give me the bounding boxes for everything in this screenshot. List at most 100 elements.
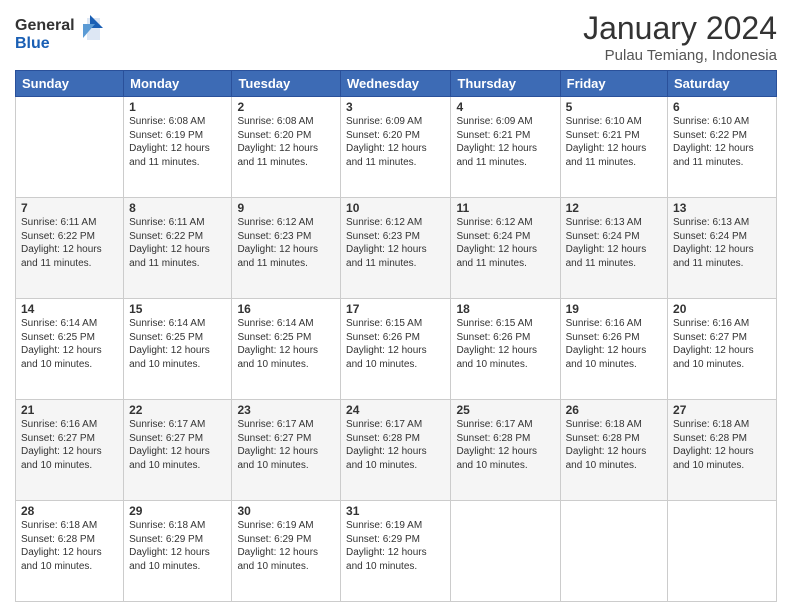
- logo: General Blue: [15, 10, 105, 59]
- calendar-week-row: 7Sunrise: 6:11 AM Sunset: 6:22 PM Daylig…: [16, 198, 777, 299]
- day-number: 20: [673, 302, 771, 316]
- day-info: Sunrise: 6:10 AM Sunset: 6:22 PM Dayligh…: [673, 115, 771, 169]
- calendar-cell: 19Sunrise: 6:16 AM Sunset: 6:26 PM Dayli…: [560, 299, 667, 400]
- day-info: Sunrise: 6:13 AM Sunset: 6:24 PM Dayligh…: [566, 216, 662, 270]
- calendar-cell: 24Sunrise: 6:17 AM Sunset: 6:28 PM Dayli…: [341, 400, 451, 501]
- day-number: 3: [346, 100, 445, 114]
- day-info: Sunrise: 6:09 AM Sunset: 6:21 PM Dayligh…: [456, 115, 554, 169]
- logo-area: General Blue: [15, 10, 105, 59]
- title-area: January 2024 Pulau Temiang, Indonesia: [583, 10, 777, 64]
- day-number: 31: [346, 504, 445, 518]
- day-number: 4: [456, 100, 554, 114]
- calendar-week-row: 21Sunrise: 6:16 AM Sunset: 6:27 PM Dayli…: [16, 400, 777, 501]
- calendar-cell: 3Sunrise: 6:09 AM Sunset: 6:20 PM Daylig…: [341, 97, 451, 198]
- calendar-cell: 25Sunrise: 6:17 AM Sunset: 6:28 PM Dayli…: [451, 400, 560, 501]
- day-info: Sunrise: 6:18 AM Sunset: 6:28 PM Dayligh…: [21, 519, 118, 573]
- calendar-cell: 31Sunrise: 6:19 AM Sunset: 6:29 PM Dayli…: [341, 501, 451, 602]
- day-info: Sunrise: 6:11 AM Sunset: 6:22 PM Dayligh…: [21, 216, 118, 270]
- day-number: 30: [237, 504, 335, 518]
- calendar-cell: 10Sunrise: 6:12 AM Sunset: 6:23 PM Dayli…: [341, 198, 451, 299]
- calendar-cell: 18Sunrise: 6:15 AM Sunset: 6:26 PM Dayli…: [451, 299, 560, 400]
- day-number: 22: [129, 403, 226, 417]
- day-number: 7: [21, 201, 118, 215]
- header-row: Sunday Monday Tuesday Wednesday Thursday…: [16, 71, 777, 97]
- calendar-cell: [16, 97, 124, 198]
- calendar-cell: 11Sunrise: 6:12 AM Sunset: 6:24 PM Dayli…: [451, 198, 560, 299]
- calendar-week-row: 28Sunrise: 6:18 AM Sunset: 6:28 PM Dayli…: [16, 501, 777, 602]
- calendar-cell: 5Sunrise: 6:10 AM Sunset: 6:21 PM Daylig…: [560, 97, 667, 198]
- calendar-week-row: 14Sunrise: 6:14 AM Sunset: 6:25 PM Dayli…: [16, 299, 777, 400]
- day-info: Sunrise: 6:16 AM Sunset: 6:27 PM Dayligh…: [21, 418, 118, 472]
- day-number: 15: [129, 302, 226, 316]
- day-info: Sunrise: 6:15 AM Sunset: 6:26 PM Dayligh…: [456, 317, 554, 371]
- day-number: 29: [129, 504, 226, 518]
- calendar-page: General Blue January 2024 Pulau Temiang,…: [0, 0, 792, 612]
- calendar-cell: [451, 501, 560, 602]
- day-number: 18: [456, 302, 554, 316]
- calendar-cell: 15Sunrise: 6:14 AM Sunset: 6:25 PM Dayli…: [124, 299, 232, 400]
- day-info: Sunrise: 6:12 AM Sunset: 6:24 PM Dayligh…: [456, 216, 554, 270]
- day-info: Sunrise: 6:16 AM Sunset: 6:26 PM Dayligh…: [566, 317, 662, 371]
- calendar-cell: 30Sunrise: 6:19 AM Sunset: 6:29 PM Dayli…: [232, 501, 341, 602]
- col-thursday: Thursday: [451, 71, 560, 97]
- calendar-cell: 4Sunrise: 6:09 AM Sunset: 6:21 PM Daylig…: [451, 97, 560, 198]
- calendar-cell: 1Sunrise: 6:08 AM Sunset: 6:19 PM Daylig…: [124, 97, 232, 198]
- day-info: Sunrise: 6:19 AM Sunset: 6:29 PM Dayligh…: [237, 519, 335, 573]
- day-info: Sunrise: 6:14 AM Sunset: 6:25 PM Dayligh…: [21, 317, 118, 371]
- day-info: Sunrise: 6:18 AM Sunset: 6:28 PM Dayligh…: [566, 418, 662, 472]
- day-info: Sunrise: 6:11 AM Sunset: 6:22 PM Dayligh…: [129, 216, 226, 270]
- day-info: Sunrise: 6:18 AM Sunset: 6:29 PM Dayligh…: [129, 519, 226, 573]
- page-header: General Blue January 2024 Pulau Temiang,…: [15, 10, 777, 64]
- calendar-cell: 2Sunrise: 6:08 AM Sunset: 6:20 PM Daylig…: [232, 97, 341, 198]
- calendar-cell: 12Sunrise: 6:13 AM Sunset: 6:24 PM Dayli…: [560, 198, 667, 299]
- day-number: 10: [346, 201, 445, 215]
- day-info: Sunrise: 6:17 AM Sunset: 6:28 PM Dayligh…: [456, 418, 554, 472]
- calendar-week-row: 1Sunrise: 6:08 AM Sunset: 6:19 PM Daylig…: [16, 97, 777, 198]
- day-number: 12: [566, 201, 662, 215]
- day-number: 25: [456, 403, 554, 417]
- day-number: 13: [673, 201, 771, 215]
- day-number: 14: [21, 302, 118, 316]
- day-info: Sunrise: 6:10 AM Sunset: 6:21 PM Dayligh…: [566, 115, 662, 169]
- calendar-cell: 7Sunrise: 6:11 AM Sunset: 6:22 PM Daylig…: [16, 198, 124, 299]
- calendar-cell: 8Sunrise: 6:11 AM Sunset: 6:22 PM Daylig…: [124, 198, 232, 299]
- col-wednesday: Wednesday: [341, 71, 451, 97]
- day-number: 5: [566, 100, 662, 114]
- day-info: Sunrise: 6:17 AM Sunset: 6:28 PM Dayligh…: [346, 418, 445, 472]
- month-title: January 2024: [583, 10, 777, 47]
- svg-text:General: General: [15, 17, 75, 34]
- day-number: 2: [237, 100, 335, 114]
- day-info: Sunrise: 6:16 AM Sunset: 6:27 PM Dayligh…: [673, 317, 771, 371]
- svg-text:Blue: Blue: [15, 35, 50, 52]
- day-info: Sunrise: 6:14 AM Sunset: 6:25 PM Dayligh…: [237, 317, 335, 371]
- col-sunday: Sunday: [16, 71, 124, 97]
- calendar-cell: 17Sunrise: 6:15 AM Sunset: 6:26 PM Dayli…: [341, 299, 451, 400]
- calendar-cell: 9Sunrise: 6:12 AM Sunset: 6:23 PM Daylig…: [232, 198, 341, 299]
- calendar-cell: 6Sunrise: 6:10 AM Sunset: 6:22 PM Daylig…: [668, 97, 777, 198]
- day-number: 23: [237, 403, 335, 417]
- day-number: 19: [566, 302, 662, 316]
- day-number: 21: [21, 403, 118, 417]
- day-info: Sunrise: 6:09 AM Sunset: 6:20 PM Dayligh…: [346, 115, 445, 169]
- col-saturday: Saturday: [668, 71, 777, 97]
- calendar-cell: 27Sunrise: 6:18 AM Sunset: 6:28 PM Dayli…: [668, 400, 777, 501]
- col-monday: Monday: [124, 71, 232, 97]
- calendar-cell: 16Sunrise: 6:14 AM Sunset: 6:25 PM Dayli…: [232, 299, 341, 400]
- day-info: Sunrise: 6:14 AM Sunset: 6:25 PM Dayligh…: [129, 317, 226, 371]
- day-info: Sunrise: 6:08 AM Sunset: 6:20 PM Dayligh…: [237, 115, 335, 169]
- day-number: 11: [456, 201, 554, 215]
- day-info: Sunrise: 6:17 AM Sunset: 6:27 PM Dayligh…: [129, 418, 226, 472]
- day-info: Sunrise: 6:12 AM Sunset: 6:23 PM Dayligh…: [346, 216, 445, 270]
- day-number: 26: [566, 403, 662, 417]
- day-info: Sunrise: 6:18 AM Sunset: 6:28 PM Dayligh…: [673, 418, 771, 472]
- calendar-cell: [668, 501, 777, 602]
- day-info: Sunrise: 6:19 AM Sunset: 6:29 PM Dayligh…: [346, 519, 445, 573]
- day-number: 24: [346, 403, 445, 417]
- day-number: 28: [21, 504, 118, 518]
- day-number: 8: [129, 201, 226, 215]
- calendar-cell: 21Sunrise: 6:16 AM Sunset: 6:27 PM Dayli…: [16, 400, 124, 501]
- calendar-cell: 13Sunrise: 6:13 AM Sunset: 6:24 PM Dayli…: [668, 198, 777, 299]
- day-number: 16: [237, 302, 335, 316]
- calendar-table: Sunday Monday Tuesday Wednesday Thursday…: [15, 70, 777, 602]
- day-info: Sunrise: 6:13 AM Sunset: 6:24 PM Dayligh…: [673, 216, 771, 270]
